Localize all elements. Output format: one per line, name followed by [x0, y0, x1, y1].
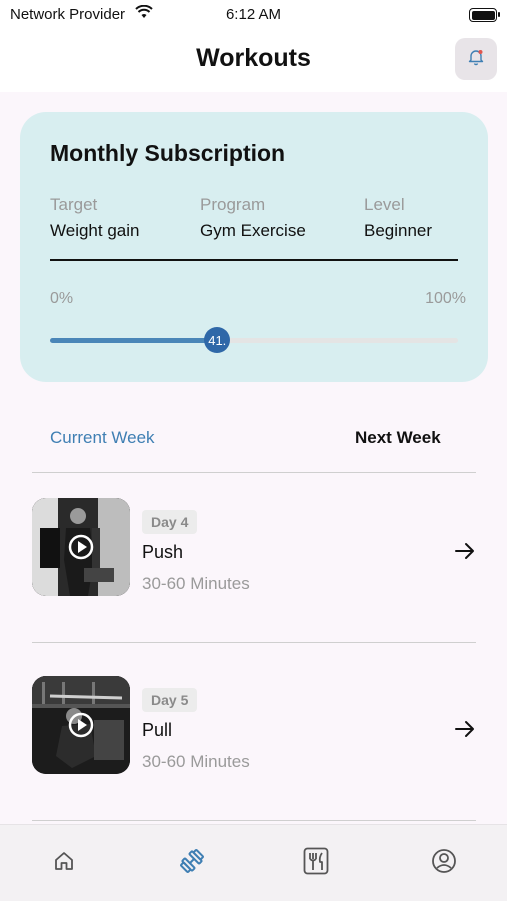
progress-slider[interactable]: 41. — [50, 327, 458, 353]
level-column: Level Beginner — [364, 195, 432, 241]
program-label: Program — [200, 195, 266, 214]
battery-icon — [469, 8, 497, 22]
workout-duration: 30-60 Minutes — [142, 752, 250, 771]
workout-duration: 30-60 Minutes — [142, 574, 250, 593]
program-column: Program Gym Exercise — [200, 195, 306, 241]
arrow-right-icon[interactable] — [454, 542, 476, 565]
workout-thumbnail[interactable] — [32, 676, 130, 774]
fork-knife-icon[interactable] — [302, 847, 330, 875]
subscription-card: Monthly Subscription Target Weight gain … — [20, 112, 488, 382]
progress-thumb[interactable]: 41. — [204, 327, 231, 353]
progress-min-label: 0% — [50, 290, 74, 307]
status-time: 6:12 AM — [225, 6, 282, 23]
card-divider — [50, 259, 458, 261]
separator — [32, 820, 476, 821]
bell-icon — [467, 48, 485, 71]
progress-max-label: 100% — [425, 290, 466, 307]
workout-name: Push — [142, 542, 184, 562]
page-title: Workouts — [196, 44, 311, 72]
target-value: Weight gain — [50, 221, 140, 240]
bottom-nav — [0, 824, 507, 901]
program-value: Gym Exercise — [200, 221, 306, 240]
status-bar: Network Provider 6:12 AM — [0, 0, 507, 30]
day-badge: Day 4 — [142, 510, 198, 534]
workout-card[interactable]: Day 4 Push 30-60 Minutes — [32, 498, 476, 598]
level-label: Level — [364, 195, 405, 214]
battery-tip — [498, 12, 500, 17]
day-badge: Day 5 — [142, 688, 198, 712]
progress-fill — [50, 338, 218, 343]
target-label: Target — [50, 195, 98, 214]
home-icon[interactable] — [50, 847, 78, 875]
workout-name: Pull — [142, 720, 173, 740]
app-header: Workouts — [0, 30, 507, 92]
target-column: Target Weight gain — [50, 195, 139, 241]
arrow-right-icon[interactable] — [454, 720, 476, 743]
tab-current-week[interactable]: Current Week — [50, 428, 155, 448]
separator — [32, 642, 476, 643]
week-tabs: Current Week Next Week — [0, 420, 507, 456]
subscription-title: Monthly Subscription — [50, 140, 286, 166]
level-value: Beginner — [364, 221, 433, 240]
workout-card[interactable]: Day 5 Pull 30-60 Minutes — [32, 676, 476, 776]
profile-icon[interactable] — [430, 847, 458, 875]
workout-thumbnail[interactable] — [32, 498, 130, 596]
separator — [32, 472, 476, 473]
dumbbell-icon[interactable] — [178, 847, 206, 875]
notification-button[interactable] — [455, 38, 497, 80]
tab-next-week[interactable]: Next Week — [355, 428, 441, 448]
